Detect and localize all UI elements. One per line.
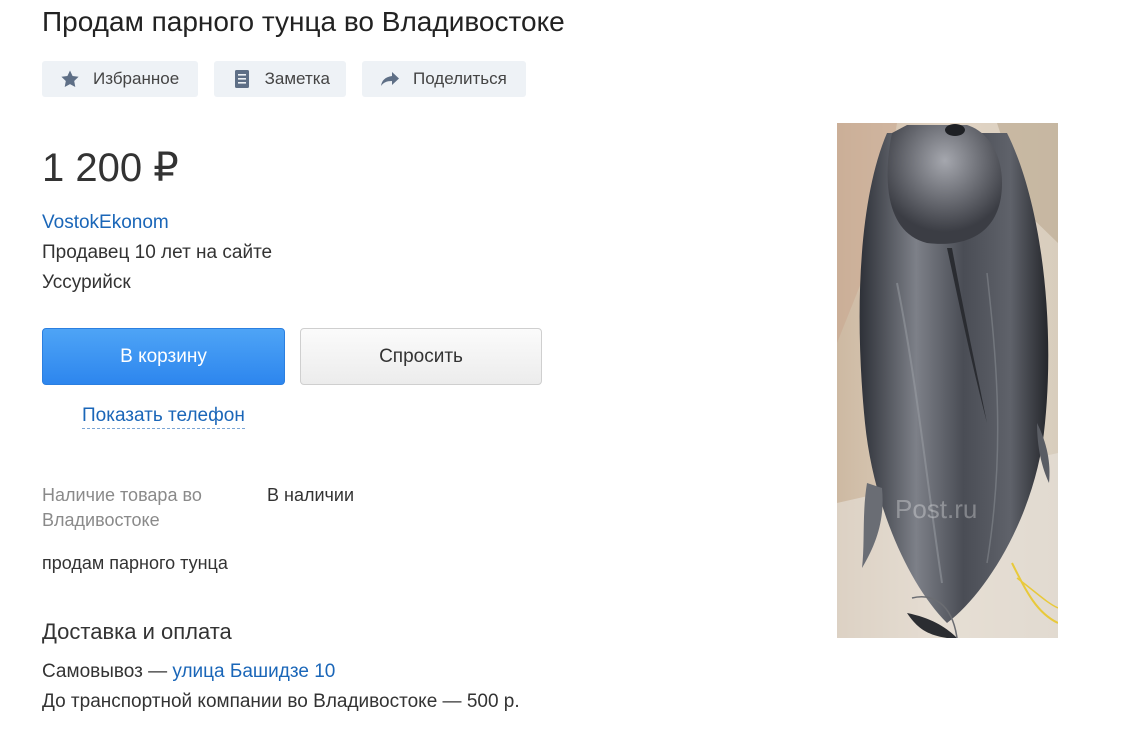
delivery-pickup: Самовывоз — улица Башидзе 10 — [42, 660, 335, 684]
note-button[interactable]: Заметка — [214, 61, 346, 97]
pickup-address-link[interactable]: улица Башидзе 10 — [172, 661, 335, 682]
seller-since: Продавец 10 лет на сайте — [42, 242, 273, 263]
delivery-transport: До транспортной компании во Владивостоке… — [42, 691, 520, 712]
star-icon — [60, 69, 80, 89]
share-label: Поделиться — [413, 69, 507, 88]
note-icon — [232, 69, 252, 89]
action-bar: Избранное Заметка Поделиться — [42, 61, 526, 97]
share-arrow-icon — [380, 69, 400, 89]
favorite-label: Избранное — [93, 69, 180, 88]
availability-value: В наличии — [267, 485, 355, 505]
delivery-heading: Доставка и оплата — [42, 619, 232, 644]
photo-watermark: Post.ru — [895, 494, 977, 524]
ask-seller-label: Спросить — [379, 345, 463, 367]
favorite-button[interactable]: Избранное — [42, 61, 198, 97]
price: 1 200 ₽ — [42, 146, 179, 190]
listing-description: продам парного тунца — [42, 553, 228, 573]
note-label: Заметка — [264, 69, 330, 88]
listing-title: Продам парного тунца во Владивостоке — [42, 6, 565, 37]
tuna-fish-image: Post.ru — [837, 123, 1058, 638]
show-phone-link[interactable]: Показать телефон — [82, 404, 245, 429]
add-to-cart-label: В корзину — [120, 345, 207, 367]
availability-label: Наличие товара во Владивостоке — [42, 485, 202, 530]
ask-seller-button[interactable]: Спросить — [300, 328, 542, 385]
product-photo[interactable]: Post.ru — [837, 123, 1058, 638]
seller-name-link[interactable]: VostokEkonom — [42, 211, 169, 235]
seller-city: Уссурийск — [42, 272, 131, 293]
add-to-cart-button[interactable]: В корзину — [42, 328, 285, 385]
share-button[interactable]: Поделиться — [362, 61, 526, 97]
pickup-prefix: Самовывоз — — [42, 661, 173, 682]
